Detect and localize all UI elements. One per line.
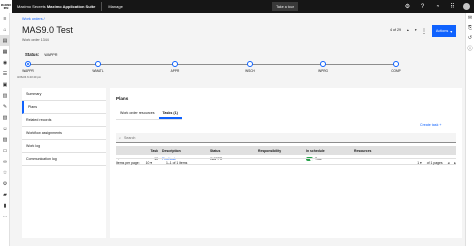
status-row: Status: WAPPR (25, 52, 57, 57)
top-bar: MAXIMO IBM Maximo Secrets Maximo Applica… (0, 0, 474, 13)
status-node-label: WMATL (92, 69, 104, 73)
status-track (28, 64, 398, 65)
chevron-down-icon: ▾ (450, 29, 453, 34)
previous-page-icon[interactable]: ◂ (448, 161, 450, 165)
tool-icon[interactable]: ✎ (0, 101, 10, 112)
column-header[interactable]: Description (160, 146, 208, 155)
attachment-icon[interactable]: ⎘ (466, 23, 474, 33)
info-icon[interactable]: ⓘ (466, 43, 474, 53)
record-pager[interactable]: 4 of 29 ▴ ▾ (390, 28, 417, 32)
status-node-label: WAPPR (22, 69, 34, 73)
chevron-down-icon[interactable]: ▾ (415, 28, 417, 32)
status-node-label: COMP (391, 69, 401, 73)
plans-title: Plans (116, 96, 129, 101)
list-icon[interactable]: ☰ (0, 68, 10, 79)
section-summary[interactable]: Summary (22, 88, 106, 101)
section-communication-log[interactable]: Communication log (22, 153, 106, 166)
plans-tabs: Work order resources Tasks (1) (116, 109, 182, 120)
more-options-icon[interactable]: ⋮ (418, 25, 430, 37)
section-plans[interactable]: Plans (22, 101, 106, 114)
notification-icon[interactable]: ◔ (433, 2, 442, 11)
column-header[interactable]: Status (208, 146, 256, 155)
column-header[interactable]: Resources (352, 146, 456, 155)
status-node[interactable] (172, 61, 178, 67)
status-date: 3/26/24 6:43:40 pm (17, 75, 42, 79)
help-icon[interactable]: ? (418, 2, 427, 11)
create-task-button[interactable]: Create task + (420, 123, 442, 127)
inventory-icon[interactable]: ▧ (0, 112, 10, 123)
column-header[interactable]: In schedule (304, 146, 352, 155)
menu-icon[interactable]: ≡ (0, 13, 10, 24)
star-icon[interactable]: ☆ (0, 167, 10, 178)
chevron-up-icon[interactable]: ▴ (407, 28, 409, 32)
add-icon: + (439, 123, 442, 127)
take-a-tour-button[interactable]: Take a tour (272, 2, 298, 11)
record-count: 4 of 29 (390, 28, 401, 32)
settings-icon[interactable]: ⚙ (0, 178, 10, 189)
asset-icon[interactable]: ▦ (0, 46, 10, 57)
gear-icon[interactable]: ⚙ (403, 2, 412, 11)
status-node-current (25, 61, 31, 67)
report-icon[interactable]: ▥ (0, 90, 10, 101)
left-nav: ≡ ⌂ ▤ ▦ ◉ ☰ ▣ ▥ ✎ ▧ ☺ ▨ ▭ ∞ ☆ ⚙ ▰ ▮ ⋯ (0, 13, 10, 246)
calendar-icon[interactable]: ▣ (0, 79, 10, 90)
plans-panel: Plans Work order resources Tasks (1) Cre… (110, 88, 462, 238)
chart-icon[interactable]: ▨ (0, 134, 10, 145)
page-title: MAS9.0 Test (22, 25, 73, 35)
status-value: WAPPR (44, 53, 58, 57)
page-subtitle: Work order 1344 (22, 38, 49, 42)
folder-icon[interactable]: ▰ (0, 189, 10, 200)
tab-tasks[interactable]: Tasks (1) (158, 109, 182, 119)
status-node-label: APPR (170, 69, 180, 73)
breadcrumb[interactable]: Work orders / (22, 17, 45, 21)
document-icon[interactable]: ▭ (0, 145, 10, 156)
next-page-icon[interactable]: ▸ (454, 161, 456, 165)
location-icon[interactable]: ◉ (0, 57, 10, 68)
section-related-records[interactable]: Related records (22, 114, 106, 127)
home-icon[interactable]: ⌂ (0, 24, 10, 35)
right-bar: ✉ ⎘ ↺ ⓘ (465, 13, 474, 246)
page-select[interactable]: 1 ▾ (417, 161, 422, 165)
maximo-logo: MAXIMO IBM (0, 0, 12, 13)
history-icon[interactable]: ↺ (466, 33, 474, 43)
actions-button[interactable]: Actions ▾ (432, 25, 456, 37)
search-icon: ⌕ (119, 135, 122, 140)
pagination: Items per page: 10 ▾ 1–1 of 1 items 1 ▾ … (116, 158, 456, 167)
status-node[interactable] (320, 61, 326, 67)
tab-work-order-resources[interactable]: Work order resources (116, 109, 159, 119)
bookmark-icon[interactable]: ▮ (0, 200, 10, 211)
status-node[interactable] (247, 61, 253, 67)
avatar[interactable] (463, 3, 470, 10)
search-input[interactable]: ⌕ Search (116, 133, 456, 143)
manage-label[interactable]: Manage (108, 4, 122, 9)
section-nav: Summary Plans Related records Workflow a… (22, 88, 106, 238)
status-node-label: INPRG (317, 69, 329, 73)
item-range: 1–1 of 1 items (166, 161, 188, 165)
chat-icon[interactable]: ✉ (466, 13, 474, 23)
app-switcher-icon[interactable]: ⠿ (448, 2, 457, 11)
work-order-icon[interactable]: ▤ (0, 35, 10, 46)
divider (101, 2, 103, 11)
status-node[interactable] (95, 61, 101, 67)
status-label: Status: (25, 52, 40, 57)
user-icon[interactable]: ☺ (0, 123, 10, 134)
column-header[interactable]: Responsibility (256, 146, 304, 155)
items-per-page-select[interactable]: 10 ▾ (146, 161, 152, 165)
section-workflow-assignments[interactable]: Workflow assignments (22, 127, 106, 140)
link-icon[interactable]: ∞ (0, 156, 10, 167)
more-icon[interactable]: ⋯ (0, 211, 10, 222)
status-node-label: WSCH (245, 69, 255, 73)
app-title: Maximo Secrets Maximo Application Suite (17, 4, 96, 9)
status-node[interactable] (393, 61, 399, 67)
column-header[interactable]: Task (122, 146, 160, 155)
section-work-log[interactable]: Work log (22, 140, 106, 153)
